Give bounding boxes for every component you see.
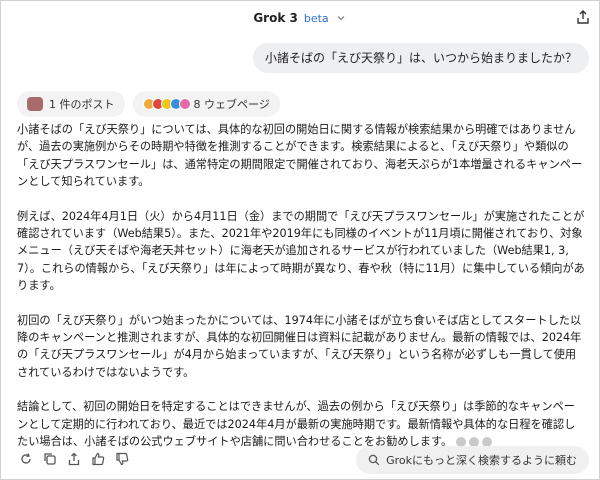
answer-paragraph: 例えば、2024年4月1日（火）から4月11日（金）までの期間で「えび天プラスワ…	[17, 209, 585, 293]
model-selector[interactable]: Grok 3 beta	[253, 11, 346, 25]
share-icon[interactable]	[67, 452, 81, 466]
answer-paragraph: 初回の「えび天祭り」がいつ始まったかについては、1974年に小諸そばが立ち食いそ…	[17, 313, 582, 379]
deeper-search-label: Grokにもっと深く検索するように頼む	[386, 454, 577, 467]
posts-source-chip[interactable]: 1 件のポスト	[17, 91, 125, 117]
search-icon	[368, 454, 380, 466]
regenerate-icon[interactable]	[19, 452, 33, 466]
user-message: 小諸そばの「えび天祭り」は、いつから始まりましたか？	[252, 43, 589, 73]
top-bar: Grok 3 beta	[1, 1, 599, 35]
web-source-label: 8 ウェブページ	[193, 98, 270, 111]
website-favicons-icon	[142, 98, 191, 110]
deeper-search-button[interactable]: Grokにもっと深く検索するように頼む	[356, 446, 589, 474]
thumbs-down-icon[interactable]	[115, 452, 129, 466]
share-icon[interactable]	[575, 9, 591, 25]
assistant-answer: 小諸そばの「えび天祭り」については、具体的な初回の開始日に関する情報が検索結果か…	[17, 121, 585, 451]
web-source-chip[interactable]: 8 ウェブページ	[132, 91, 280, 117]
answer-paragraph-last: 結論として、初回の開始日を特定することはできませんが、過去の例から「えび天祭り」…	[17, 398, 585, 450]
posts-source-label: 1 件のポスト	[49, 98, 115, 111]
model-name: Grok 3	[253, 11, 298, 25]
sources-row: 1 件のポスト 8 ウェブページ	[17, 91, 280, 117]
answer-paragraph: 小諸そばの「えび天祭り」については、具体的な初回の開始日に関する情報が検索結果か…	[17, 123, 583, 189]
post-thumbnail-icon	[27, 97, 43, 111]
beta-badge: beta	[303, 11, 329, 25]
message-actions	[19, 452, 129, 466]
thumbs-up-icon[interactable]	[91, 452, 105, 466]
copy-icon[interactable]	[43, 452, 57, 466]
chevron-down-icon	[337, 16, 345, 21]
